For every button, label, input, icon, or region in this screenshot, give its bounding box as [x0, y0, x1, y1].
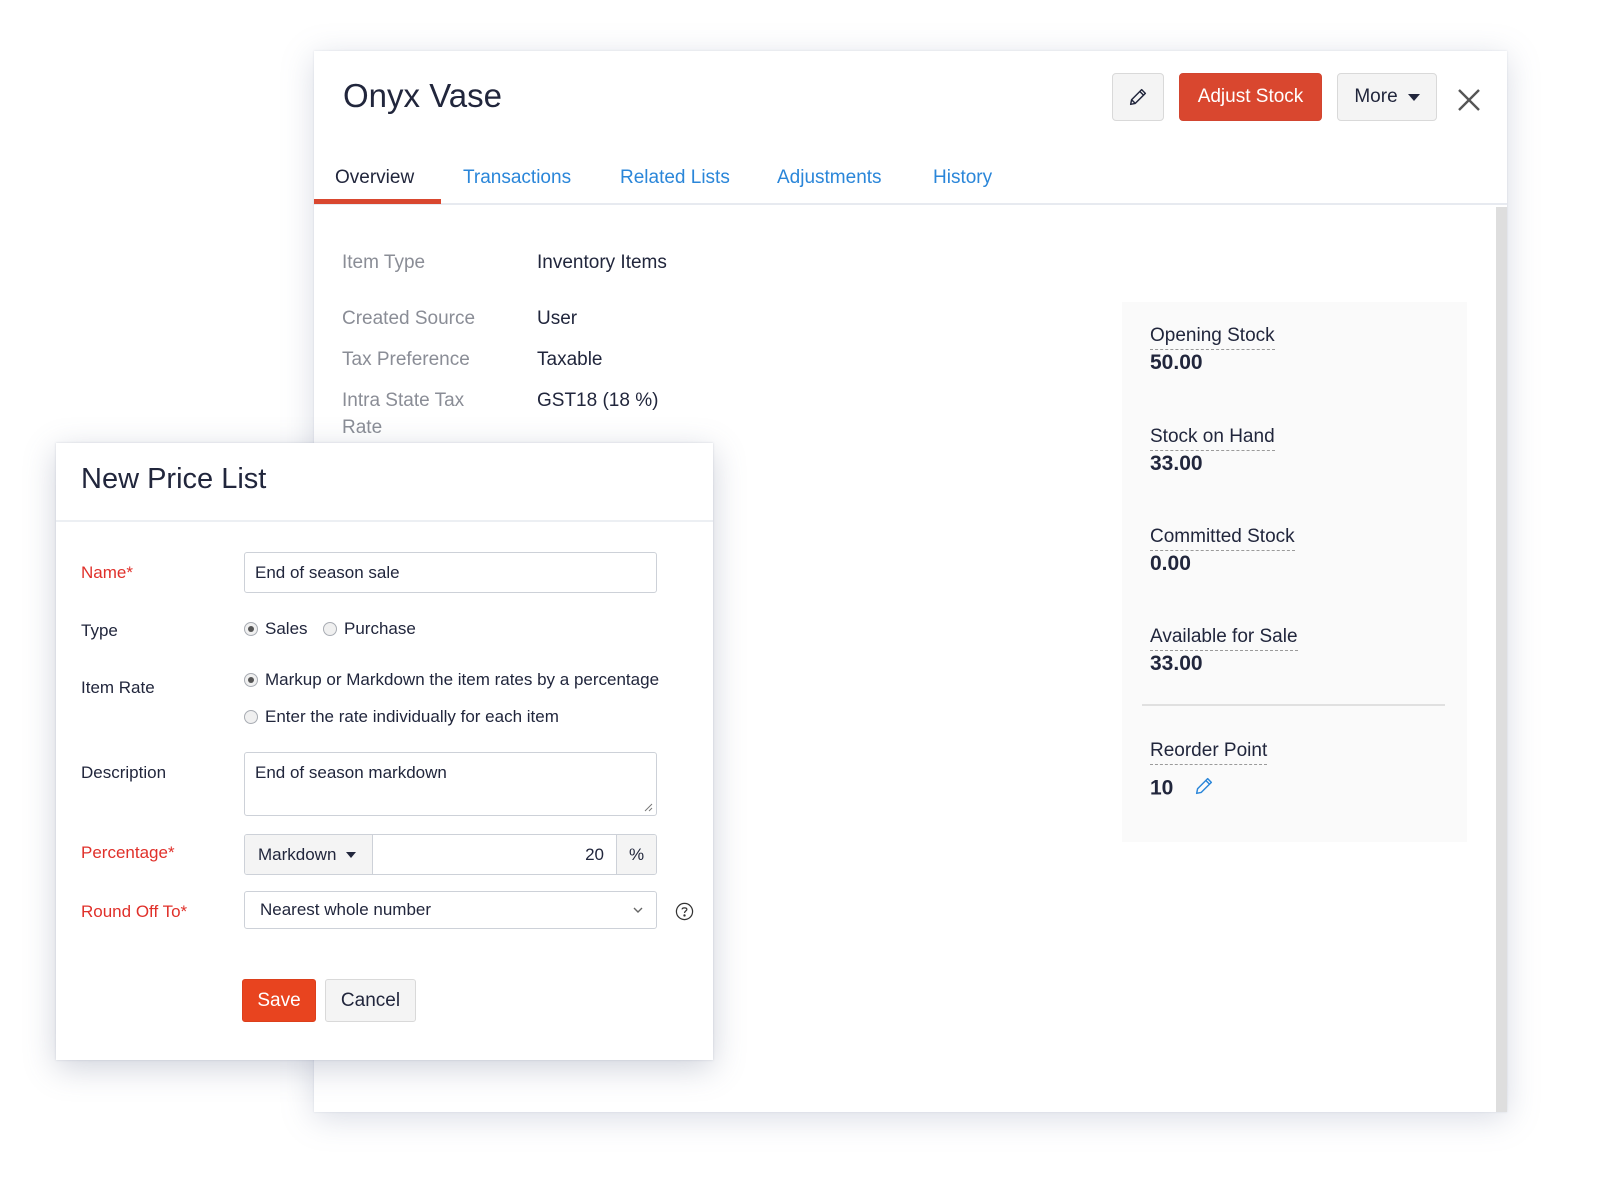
caret-down-icon: [1407, 93, 1420, 101]
active-tab-indicator: [314, 199, 441, 204]
reorder-value: 10: [1150, 776, 1174, 800]
radio-unselected-icon: [244, 710, 258, 724]
more-label: More: [1354, 86, 1398, 107]
description-value: End of season markdown: [255, 763, 447, 782]
tab-adjustments[interactable]: Adjustments: [777, 167, 882, 205]
help-circle-icon[interactable]: [675, 902, 694, 921]
tab-history[interactable]: History: [933, 167, 992, 205]
detail-value: GST18 (18 %): [537, 390, 659, 411]
detail-label: Item Type: [342, 252, 426, 273]
percentage-input-group: Markdown 20 %: [244, 834, 657, 875]
detail-value: Taxable: [537, 349, 603, 370]
percentage-input[interactable]: 20: [373, 835, 616, 874]
stock-available-for-sale: Available for Sale 33.00: [1150, 626, 1298, 676]
stock-label: Available for Sale: [1150, 626, 1298, 651]
round-off-value: Nearest whole number: [260, 900, 432, 919]
edit-reorder-button[interactable]: [1193, 775, 1215, 803]
radio-unselected-icon: [323, 622, 337, 636]
item-title: Onyx Vase: [343, 77, 502, 114]
new-price-list-modal: New Price List Name* End of season sale …: [56, 443, 713, 1060]
pencil-icon: [1196, 777, 1213, 795]
radio-selected-icon: [244, 622, 258, 636]
item-rate-radio-individual[interactable]: Enter the rate individually for each ite…: [244, 707, 559, 727]
detail-created-source: Created Source User: [342, 305, 577, 332]
detail-value: Inventory Items: [537, 252, 667, 273]
reorder-label: Reorder Point: [1150, 740, 1268, 765]
stock-value: 33.00: [1150, 452, 1203, 475]
stock-divider: [1142, 704, 1445, 706]
stock-label: Opening Stock: [1150, 325, 1275, 350]
stock-on-hand: Stock on Hand 33.00: [1150, 426, 1275, 476]
markup-markdown-select[interactable]: Markdown: [245, 835, 373, 874]
name-input[interactable]: End of season sale: [244, 552, 657, 593]
detail-label: Intra State Tax Rate: [342, 390, 465, 438]
reorder-point: Reorder Point 10: [1150, 740, 1268, 803]
stock-opening: Opening Stock 50.00: [1150, 325, 1275, 375]
cancel-button[interactable]: Cancel: [325, 979, 416, 1022]
resize-grip-icon[interactable]: [643, 802, 653, 812]
tab-transactions[interactable]: Transactions: [463, 167, 571, 205]
radio-label: Enter the rate individually for each ite…: [265, 707, 559, 726]
stock-label: Committed Stock: [1150, 526, 1295, 551]
radio-label: Sales: [265, 619, 308, 638]
item-rate-label: Item Rate: [81, 678, 155, 697]
stock-summary-card: Opening Stock 50.00 Stock on Hand 33.00 …: [1122, 302, 1467, 842]
item-rate-radio-percentage[interactable]: Markup or Markdown the item rates by a p…: [244, 670, 659, 690]
save-button[interactable]: Save: [242, 979, 316, 1022]
more-menu-button[interactable]: More: [1337, 73, 1437, 121]
percent-suffix: %: [616, 835, 656, 874]
markup-mode-value: Markdown: [258, 844, 337, 864]
radio-label: Markup or Markdown the item rates by a p…: [265, 670, 660, 689]
modal-divider: [56, 520, 713, 522]
detail-value: User: [537, 308, 578, 329]
adjust-stock-button[interactable]: Adjust Stock: [1179, 73, 1322, 121]
type-label: Type: [81, 621, 118, 640]
radio-label: Purchase: [344, 619, 416, 638]
panel-scrollbar[interactable]: [1496, 207, 1507, 1112]
tab-bar: Overview Transactions Related Lists Adju…: [314, 161, 1507, 205]
stock-value: 50.00: [1150, 351, 1203, 374]
round-off-select[interactable]: Nearest whole number: [244, 891, 657, 929]
detail-label: Created Source: [342, 308, 476, 329]
close-icon: [1458, 89, 1480, 111]
percentage-label: Percentage*: [81, 843, 175, 862]
stock-value: 0.00: [1150, 552, 1191, 575]
radio-selected-icon: [244, 673, 258, 687]
caret-down-icon: [346, 851, 357, 858]
reorder-value-row: 10: [1150, 775, 1267, 803]
name-input-value: End of season sale: [255, 562, 400, 582]
percentage-value: 20: [585, 844, 604, 864]
stock-committed: Committed Stock 0.00: [1150, 526, 1295, 576]
round-off-label: Round Off To*: [81, 902, 188, 921]
detail-item-type: Item Type Inventory Items: [342, 249, 667, 276]
detail-intra-state-tax-rate: Intra State Tax Rate GST18 (18 %): [342, 387, 658, 441]
tab-related-lists[interactable]: Related Lists: [620, 167, 730, 205]
chevron-down-icon: [633, 907, 643, 913]
modal-title: New Price List: [81, 463, 267, 495]
close-button[interactable]: [1454, 85, 1484, 115]
edit-item-button[interactable]: [1112, 73, 1164, 121]
description-textarea[interactable]: End of season markdown: [244, 752, 657, 816]
type-radio-purchase[interactable]: Purchase: [323, 619, 416, 639]
pencil-icon: [1129, 88, 1147, 106]
detail-tax-preference: Tax Preference Taxable: [342, 346, 603, 373]
detail-label: Tax Preference: [342, 349, 470, 370]
stock-label: Stock on Hand: [1150, 426, 1275, 451]
name-label: Name*: [81, 563, 133, 582]
description-label: Description: [81, 763, 167, 782]
type-radio-sales[interactable]: Sales: [244, 619, 308, 639]
stock-value: 33.00: [1150, 652, 1203, 675]
